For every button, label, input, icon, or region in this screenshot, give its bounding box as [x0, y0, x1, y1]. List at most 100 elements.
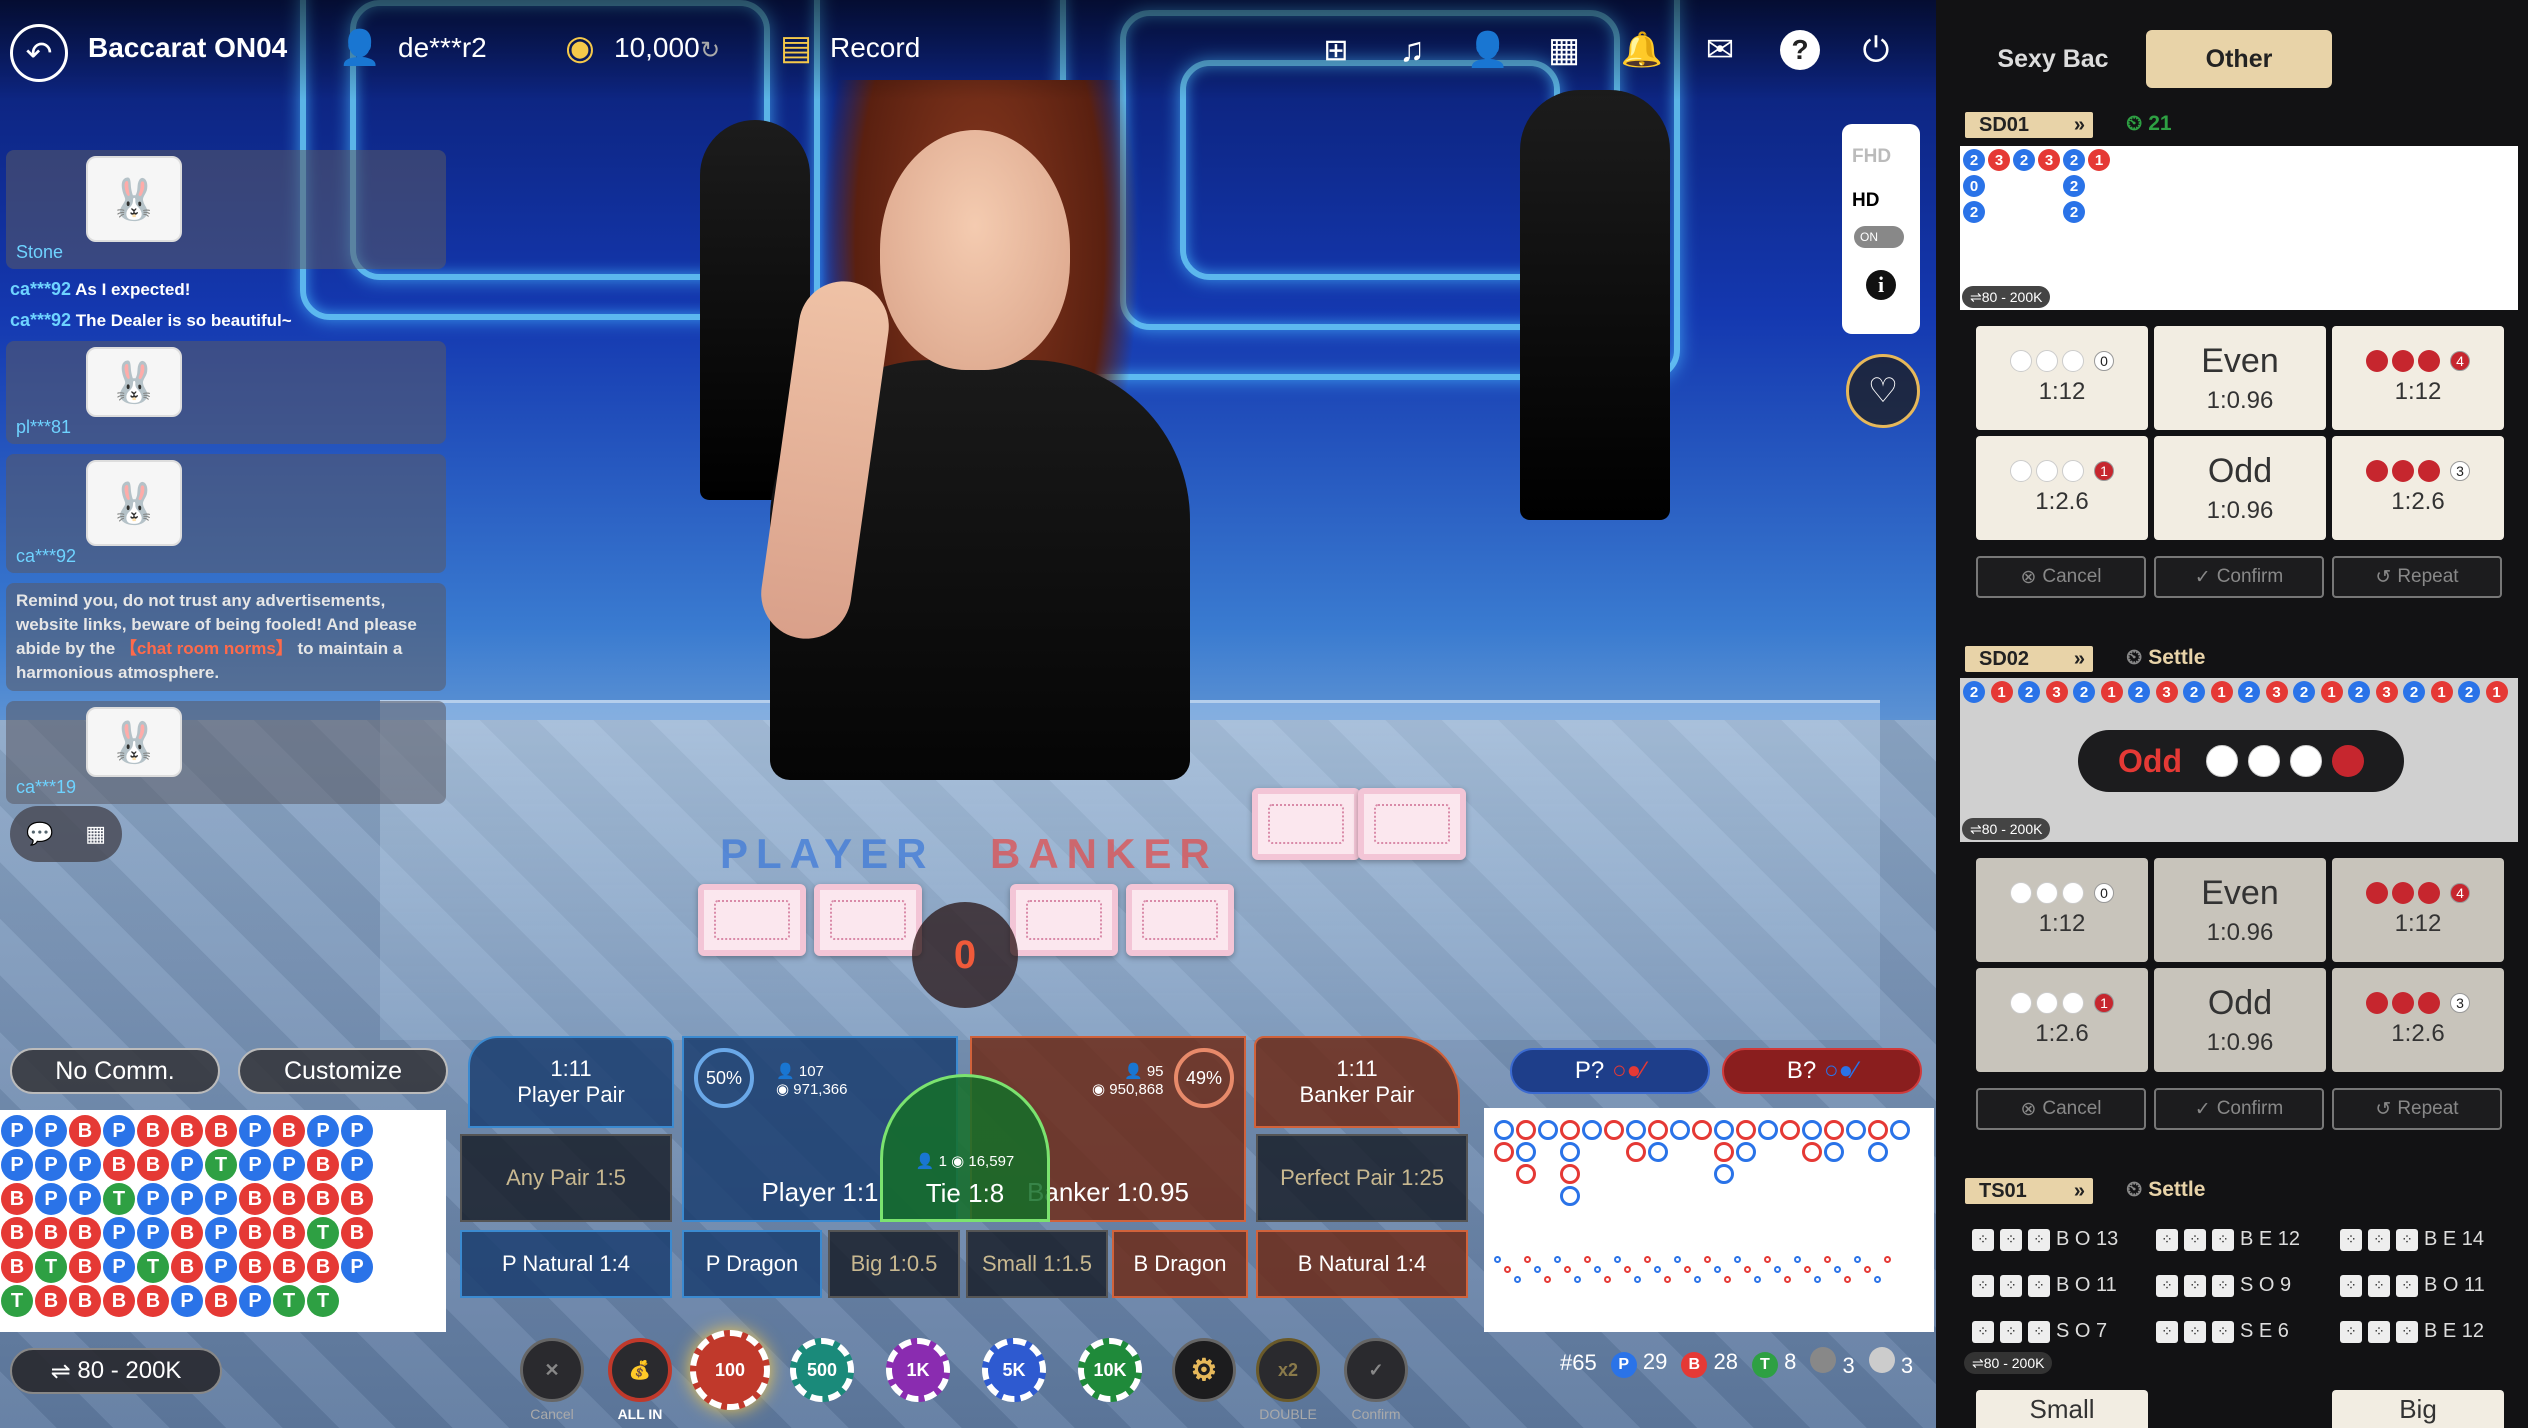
- discard-card: [1358, 788, 1466, 860]
- bet-player-pair[interactable]: 1:11 Player Pair: [468, 1036, 674, 1128]
- cancel-button[interactable]: ⊗ Cancel: [1976, 1088, 2146, 1130]
- record-link[interactable]: Record: [830, 32, 920, 64]
- dice-result: ⁘ ⁘ ⁘ B O 11: [1972, 1274, 2117, 1297]
- sticker-icon: 🐰: [86, 707, 182, 777]
- customize-button[interactable]: Customize: [238, 1048, 448, 1094]
- mini-bead: 3: [2375, 681, 2398, 703]
- bet-big[interactable]: Big 1:0.5: [828, 1230, 960, 1298]
- confirm-button[interactable]: ✓ Confirm: [2154, 556, 2324, 598]
- bet-limit[interactable]: ⇌ 80 - 200K: [10, 1348, 222, 1394]
- favorite-heart-icon[interactable]: ♡: [1846, 354, 1920, 428]
- bead: B: [239, 1183, 271, 1215]
- mail-icon[interactable]: ✉: [1700, 30, 1740, 70]
- chat-notice: Remind you, do not trust any advertiseme…: [6, 583, 446, 691]
- bet-even[interactable]: Even 1:0.96: [2154, 326, 2326, 430]
- player-card: [698, 884, 806, 956]
- tab-sexy-bac[interactable]: Sexy Bac: [1970, 30, 2136, 88]
- mini-bead: 2: [2063, 175, 2085, 197]
- dice-icon: ⁘: [2000, 1228, 2022, 1251]
- no-commission-button[interactable]: No Comm.: [10, 1048, 220, 1094]
- refresh-icon[interactable]: ↻: [690, 30, 730, 70]
- bet-b-natural[interactable]: B Natural 1:4: [1256, 1230, 1468, 1298]
- bet-zero-red[interactable]: 0 1:12: [1976, 326, 2148, 430]
- bell-icon[interactable]: 🔔: [1621, 30, 1663, 70]
- back-button[interactable]: ↶: [10, 24, 68, 82]
- chip-500[interactable]: 500: [790, 1338, 854, 1402]
- bet-four-red[interactable]: 4 1:12: [2332, 858, 2504, 962]
- ask-banker-button[interactable]: B? ○●⁄: [1722, 1048, 1922, 1094]
- bet-perfect-pair[interactable]: Perfect Pair 1:25: [1256, 1134, 1468, 1222]
- mini-bead: 2: [2293, 681, 2315, 703]
- bead: B: [1, 1251, 33, 1283]
- confirm-button[interactable]: ✓ Confirm: [2154, 1088, 2324, 1130]
- bet-small-ts01[interactable]: Small: [1976, 1390, 2148, 1428]
- bet-odd[interactable]: Odd 1:0.96: [2154, 436, 2326, 540]
- bet-b-dragon[interactable]: B Dragon: [1112, 1230, 1248, 1298]
- ask-player-button[interactable]: P? ○●⁄: [1510, 1048, 1710, 1094]
- info-icon[interactable]: i: [1866, 270, 1896, 300]
- bead: P: [341, 1115, 373, 1147]
- bet-p-natural[interactable]: P Natural 1:4: [460, 1230, 672, 1298]
- dice-icon: ⁘: [2368, 1274, 2390, 1297]
- music-icon[interactable]: ♫: [1392, 30, 1432, 70]
- cancel-chip-button[interactable]: ✕: [520, 1338, 584, 1402]
- bet-big-ts01[interactable]: Big: [2332, 1390, 2504, 1428]
- help-icon[interactable]: ?: [1780, 30, 1820, 70]
- road-ring: [1626, 1120, 1646, 1140]
- repeat-button[interactable]: ↺ Repeat: [2332, 1088, 2502, 1130]
- chip-10k[interactable]: 10K: [1078, 1338, 1142, 1402]
- add-friend-icon[interactable]: 👤: [1467, 30, 1509, 70]
- chat-norms-link[interactable]: 【chat room norms】: [120, 639, 293, 658]
- bet-banker-pair[interactable]: 1:11 Banker Pair: [1254, 1036, 1460, 1128]
- bet-three-red[interactable]: 3 1:2.6: [2332, 968, 2504, 1072]
- bead: B: [307, 1183, 339, 1215]
- video-toggle[interactable]: ON: [1854, 226, 1904, 248]
- mini-road-sd02: 12123212321232123212 Odd ⇌ 80 - 200K: [1960, 678, 2518, 842]
- bet-four-red[interactable]: 4 1:12: [2332, 326, 2504, 430]
- chat-toggle-button[interactable]: 💬 ▦: [10, 806, 122, 862]
- table-tag-sd02[interactable]: SD02»: [1965, 646, 2093, 672]
- road-dot: [1774, 1266, 1781, 1273]
- clock-icon: ⏲: [2126, 1178, 2149, 1201]
- chat-message: ca***92 The Dealer is so beautiful~: [10, 310, 292, 330]
- road-dot: [1634, 1276, 1641, 1283]
- chip-5k[interactable]: 5K: [982, 1338, 1046, 1402]
- road-dot: [1534, 1266, 1541, 1273]
- bet-any-pair[interactable]: Any Pair 1:5: [460, 1134, 672, 1222]
- road-dot: [1874, 1276, 1881, 1283]
- chip-1k[interactable]: 1K: [886, 1338, 950, 1402]
- bet-odd[interactable]: Odd 1:0.96: [2154, 968, 2326, 1072]
- double-button[interactable]: x2: [1256, 1338, 1320, 1402]
- table-tag-ts01[interactable]: TS01»: [1965, 1178, 2093, 1204]
- road-dot: [1834, 1266, 1841, 1273]
- tab-other[interactable]: Other: [2146, 30, 2332, 88]
- dice-result: ⁘ ⁘ ⁘ S E 6: [2156, 1320, 2289, 1343]
- bead: B: [69, 1115, 101, 1147]
- cancel-button[interactable]: ⊗ Cancel: [1976, 556, 2146, 598]
- bet-one-red[interactable]: 1 1:2.6: [1976, 436, 2148, 540]
- bet-three-red[interactable]: 3 1:2.6: [2332, 436, 2504, 540]
- dice-result: ⁘ ⁘ ⁘ B E 14: [2340, 1228, 2484, 1251]
- confirm-chip-button[interactable]: ✓: [1344, 1338, 1408, 1402]
- fhd-option[interactable]: FHD: [1852, 146, 1920, 168]
- bead: T: [35, 1251, 67, 1283]
- bet-small[interactable]: Small 1:1.5: [966, 1230, 1108, 1298]
- road-dot: [1754, 1276, 1761, 1283]
- mini-bead: 2: [2013, 149, 2035, 171]
- language-flag-icon[interactable]: ⊞: [1316, 30, 1356, 70]
- bead: P: [239, 1149, 271, 1181]
- repeat-button[interactable]: ↺ Repeat: [2332, 556, 2502, 598]
- hd-option[interactable]: HD: [1852, 190, 1920, 212]
- power-icon[interactable]: ⏻: [1856, 30, 1896, 70]
- bet-even[interactable]: Even 1:0.96: [2154, 858, 2326, 962]
- table-tag-sd01[interactable]: SD01»: [1965, 112, 2093, 138]
- multi-table-icon[interactable]: ▦: [1544, 30, 1584, 70]
- bet-p-dragon[interactable]: P Dragon: [682, 1230, 822, 1298]
- dice-icon: ⁘: [2000, 1274, 2022, 1297]
- bet-zero-red[interactable]: 0 1:12: [1976, 858, 2148, 962]
- chip-settings-button[interactable]: ⚙: [1172, 1338, 1236, 1402]
- bet-one-red[interactable]: 1 1:2.6: [1976, 968, 2148, 1072]
- all-in-button[interactable]: 💰: [608, 1338, 672, 1402]
- chip-100[interactable]: 100: [690, 1330, 770, 1410]
- record-icon[interactable]: ▤: [776, 28, 816, 68]
